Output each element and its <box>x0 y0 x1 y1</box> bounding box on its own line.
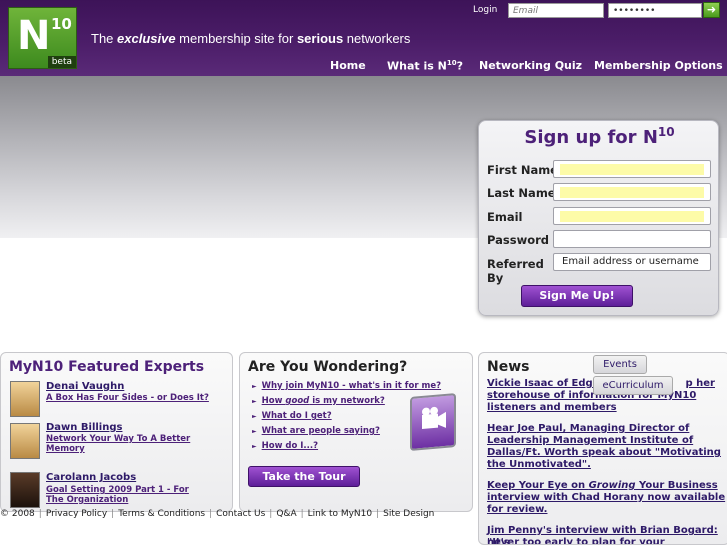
faq-link[interactable]: How good is my network? <box>252 396 385 406</box>
password-label: Password <box>487 233 549 247</box>
login-go-button[interactable]: ➜ <box>703 2 720 18</box>
expert-avatar[interactable] <box>10 423 40 459</box>
faq-link[interactable]: How do I...? <box>252 441 318 451</box>
expert-article[interactable]: The Organization <box>46 495 128 505</box>
news-item[interactable]: Dallas/Ft. Worth speak about "Motivating <box>487 447 727 459</box>
tagline: The exclusive membership site for seriou… <box>91 31 411 46</box>
site-footer: © 2008 | Privacy Policy | Terms & Conditions… <box>0 509 435 519</box>
news-item[interactable]: Leadership Management Institute of <box>487 435 727 447</box>
first-name-field[interactable] <box>553 160 711 178</box>
expert-avatar[interactable] <box>10 472 40 508</box>
nav-networking-quiz[interactable]: Networking Quiz <box>479 59 582 72</box>
camera-glyph <box>422 406 446 429</box>
n10-logo[interactable]: N 10 beta <box>8 7 77 69</box>
expert-article[interactable]: Memory <box>46 444 85 454</box>
signup-panel: Sign up for N10 First Name Last Name Ema… <box>478 120 719 316</box>
featured-experts-card: MyN10 Featured Experts Denai Vaughn A Bo… <box>0 352 233 512</box>
footer-link-contact[interactable]: Contact Us <box>216 509 265 519</box>
footer-link-qa[interactable]: Q&A <box>276 509 296 519</box>
expert-name[interactable]: Dawn Billings <box>46 422 122 433</box>
login-label: Login <box>473 5 498 15</box>
news-item[interactable]: never too early to plan for your retirem… <box>487 537 727 544</box>
nav-membership-options[interactable]: Membership Options <box>594 59 723 72</box>
login-password-input[interactable] <box>608 3 702 18</box>
faq-link[interactable]: What do I get? <box>252 411 332 421</box>
wondering-card: Are You Wondering? Why join MyN10 - what… <box>239 352 473 512</box>
footer-link-site-design[interactable]: Site Design <box>383 509 434 519</box>
footer-link-terms[interactable]: Terms & Conditions <box>118 509 205 519</box>
video-camera-icon[interactable] <box>410 392 456 452</box>
news-item[interactable]: the Unmotivated". <box>487 459 727 471</box>
expert-article[interactable]: Network Your Way To A Better <box>46 434 190 444</box>
email-label: Email <box>487 210 523 224</box>
signup-title: Sign up for N10 <box>524 125 675 148</box>
expert-name[interactable]: Denai Vaughn <box>46 381 124 392</box>
news-item[interactable]: listeners and members <box>487 402 727 414</box>
referred-by-label: Referred <box>487 257 544 271</box>
sign-me-up-button[interactable]: Sign Me Up! <box>521 285 633 307</box>
site-header: N 10 beta The exclusive membership site … <box>0 0 727 76</box>
login-email-input[interactable] <box>508 3 604 18</box>
expert-avatar[interactable] <box>10 381 40 417</box>
news-item[interactable]: for review. <box>487 504 727 516</box>
news-item[interactable]: interview with Chad Horany now available <box>487 492 727 504</box>
expert-article[interactable]: A Box Has Four Sides - or Does It? <box>46 393 209 403</box>
password-field[interactable] <box>553 230 711 248</box>
nav-what-is-n10[interactable]: What is N10? <box>387 59 463 73</box>
footer-link-link-to[interactable]: Link to MyN10 <box>308 509 372 519</box>
last-name-field[interactable] <box>553 183 711 201</box>
referred-by-field[interactable]: Email address or username <box>553 253 711 271</box>
beta-badge: beta <box>47 56 76 68</box>
news-title: News <box>487 359 530 375</box>
logo-superscript: 10 <box>51 15 72 33</box>
referred-by-label-2: By <box>487 271 504 285</box>
faq-link[interactable]: What are people saying? <box>252 426 380 436</box>
footer-copyright: © 2008 <box>0 509 35 519</box>
faq-link[interactable]: Why join MyN10 - what's in it for me? <box>252 381 441 391</box>
first-name-label: First Name <box>487 163 558 177</box>
wondering-title: Are You Wondering? <box>248 359 408 375</box>
nav-home[interactable]: Home <box>330 59 366 72</box>
logo-letter: N <box>17 13 51 59</box>
footer-link-privacy[interactable]: Privacy Policy <box>46 509 107 519</box>
expert-name[interactable]: Carolann Jacobs <box>46 472 136 483</box>
tab-events[interactable]: Events <box>593 355 647 374</box>
arrow-right-icon: ➜ <box>706 3 717 16</box>
news-item[interactable]: Keep Your Eye on Growing Your Business <box>487 480 727 492</box>
experts-title: MyN10 Featured Experts <box>9 359 205 375</box>
news-item[interactable]: Hear Joe Paul, Managing Director of <box>487 423 727 435</box>
take-the-tour-button[interactable]: Take the Tour <box>248 466 360 487</box>
tab-ecurriculum[interactable]: eCurriculum <box>593 376 673 395</box>
expert-article[interactable]: Goal Setting 2009 Part 1 - For <box>46 485 189 495</box>
email-field[interactable] <box>553 207 711 225</box>
last-name-label: Last Name <box>487 186 556 200</box>
